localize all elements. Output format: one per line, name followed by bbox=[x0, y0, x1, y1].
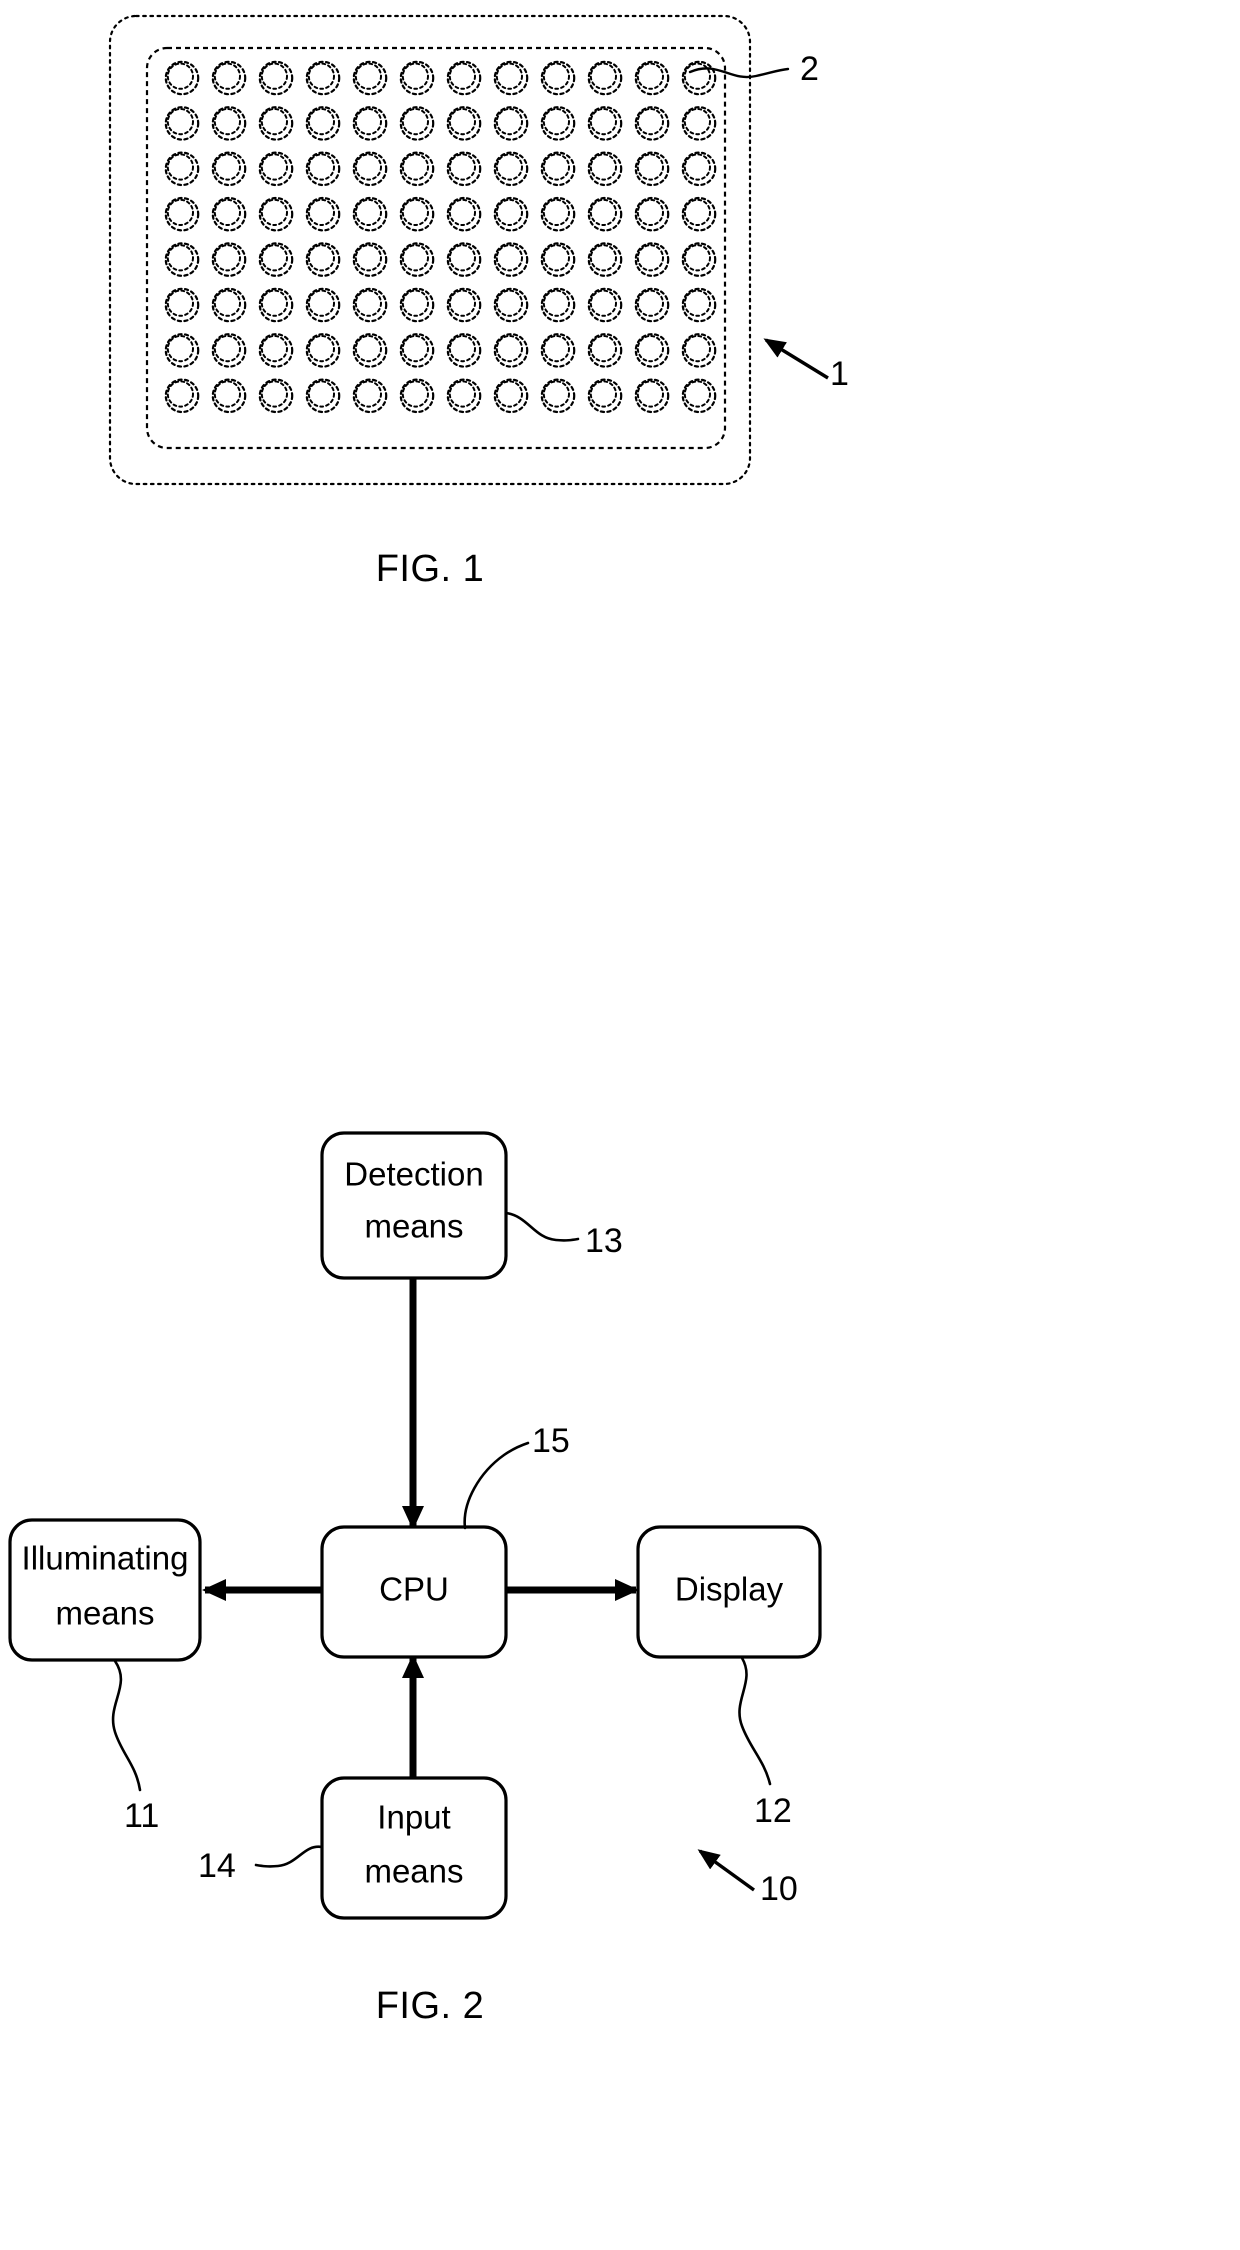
block-illuminating-means-line-2: means bbox=[55, 1595, 154, 1632]
reference-numeral-11: 11 bbox=[124, 1797, 160, 1835]
figure-2-block-diagram: Detection means Illuminating means CPU D… bbox=[8, 1131, 822, 1920]
leader-line-ref-14 bbox=[254, 1845, 324, 1868]
reference-numeral-15: 15 bbox=[532, 1422, 570, 1460]
reference-numeral-12: 12 bbox=[754, 1792, 792, 1830]
block-input-means[interactable]: Input means bbox=[320, 1776, 508, 1920]
leader-line-ref-10 bbox=[697, 1849, 755, 1892]
block-input-means-line-1: Input bbox=[377, 1799, 450, 1836]
block-input-means-line-2: means bbox=[364, 1853, 463, 1890]
leader-line-ref-12 bbox=[738, 1656, 772, 1786]
leader-line-ref-13 bbox=[504, 1211, 580, 1242]
block-illuminating-means[interactable]: Illuminating means bbox=[8, 1518, 202, 1662]
block-cpu[interactable]: CPU bbox=[320, 1525, 508, 1659]
patent-drawing-sheet: 2 1 FIG. 1 Detection means Illuminating … bbox=[0, 0, 1240, 2250]
reference-numeral-10: 10 bbox=[760, 1870, 798, 1908]
block-illuminating-means-line-1: Illuminating bbox=[22, 1540, 189, 1577]
block-display[interactable]: Display bbox=[636, 1525, 822, 1659]
block-cpu-label: CPU bbox=[379, 1571, 449, 1608]
reference-numeral-14: 14 bbox=[198, 1847, 236, 1885]
leader-line-ref-15 bbox=[463, 1441, 530, 1530]
block-display-label: Display bbox=[675, 1571, 784, 1608]
block-detection-means-line-1: Detection bbox=[344, 1156, 483, 1193]
reference-numeral-13: 13 bbox=[585, 1222, 623, 1260]
block-detection-means[interactable]: Detection means bbox=[320, 1131, 508, 1280]
figure-2-caption: FIG. 2 bbox=[375, 1985, 485, 2027]
leader-line-ref-11 bbox=[111, 1659, 142, 1792]
block-detection-means-line-2: means bbox=[364, 1208, 463, 1245]
